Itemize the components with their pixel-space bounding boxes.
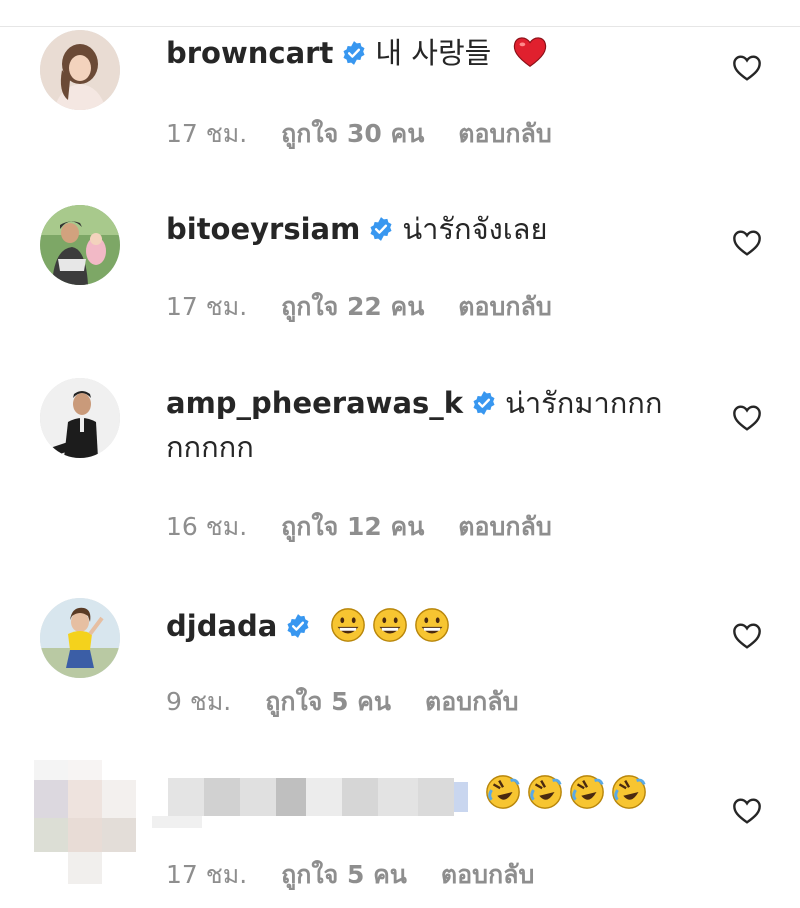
comment-meta: 17 ชม. ถูกใจ 30 คน ตอบกลับ [166, 114, 586, 154]
reply-button[interactable]: ตอบกลับ [458, 119, 551, 148]
comment-meta: 17 ชม. ถูกใจ 5 คน ตอบกลับ [166, 855, 568, 895]
grinning-face-icon [330, 608, 365, 642]
comment-meta: 16 ชม. ถูกใจ 12 คน ตอบกลับ [166, 507, 586, 547]
like-heart-icon[interactable] [731, 227, 763, 259]
comment-time[interactable]: 9 ชม. [166, 687, 231, 716]
avatar[interactable] [40, 378, 120, 458]
avatar-image [40, 378, 120, 458]
grinning-face-icon [372, 608, 407, 642]
comment-body [484, 771, 714, 815]
comment-meta: 9 ชม. ถูกใจ 5 คน ตอบกลับ [166, 682, 552, 722]
top-divider [0, 26, 800, 27]
comment-time[interactable]: 17 ชม. [166, 292, 247, 321]
verified-badge-icon [343, 41, 365, 65]
rolling-laughing-face-icon [486, 775, 520, 809]
comment-body: amp_pheerawas_k น่ารักมากกก กกกกก [166, 381, 696, 469]
likes-count[interactable]: ถูกใจ 5 คน [281, 860, 407, 889]
like-heart-icon[interactable] [731, 795, 763, 827]
comment-body: browncart 내 사랑들 [166, 31, 696, 75]
like-heart-icon[interactable] [731, 52, 763, 84]
red-heart-icon [513, 37, 546, 67]
grinning-face-icon [414, 608, 449, 642]
comment-text: น่ารักมากกก [505, 386, 663, 420]
likes-count[interactable]: ถูกใจ 22 คน [281, 292, 424, 321]
comment-time[interactable]: 17 ชม. [166, 860, 247, 889]
rolling-laughing-face-icon [570, 775, 604, 809]
comment-text: 내 사랑들 [375, 36, 492, 70]
username[interactable]: amp_pheerawas_k [166, 386, 463, 420]
verified-badge-icon [287, 614, 309, 638]
likes-count[interactable]: ถูกใจ 30 คน [281, 119, 424, 148]
avatar-image [40, 598, 120, 678]
username[interactable]: djdada [166, 609, 277, 643]
comment-text-continued: กกกกก [166, 430, 254, 464]
like-heart-icon[interactable] [731, 402, 763, 434]
like-heart-icon[interactable] [731, 620, 763, 652]
likes-count[interactable]: ถูกใจ 5 คน [265, 687, 391, 716]
username[interactable]: bitoeyrsiam [166, 212, 360, 246]
reply-button[interactable]: ตอบกลับ [458, 512, 551, 541]
verified-badge-icon [370, 217, 392, 241]
avatar-image [40, 205, 120, 285]
reply-button[interactable]: ตอบกลับ [458, 292, 551, 321]
comment-body: bitoeyrsiam น่ารักจังเลย [166, 207, 696, 251]
avatar-image [40, 30, 120, 110]
avatar[interactable] [40, 205, 120, 285]
comment-text: น่ารักจังเลย [402, 212, 548, 246]
comment-body: djdada [166, 604, 696, 648]
verified-badge-icon [473, 391, 495, 415]
avatar[interactable] [40, 598, 120, 678]
username[interactable]: browncart [166, 36, 333, 70]
comment-time[interactable]: 16 ชม. [166, 512, 247, 541]
rolling-laughing-face-icon [528, 775, 562, 809]
avatar[interactable] [40, 30, 120, 110]
reply-button[interactable]: ตอบกลับ [425, 687, 518, 716]
rolling-laughing-face-icon [612, 775, 646, 809]
likes-count[interactable]: ถูกใจ 12 คน [281, 512, 424, 541]
comment-time[interactable]: 17 ชม. [166, 119, 247, 148]
reply-button[interactable]: ตอบกลับ [441, 860, 534, 889]
comment-meta: 17 ชม. ถูกใจ 22 คน ตอบกลับ [166, 287, 586, 327]
